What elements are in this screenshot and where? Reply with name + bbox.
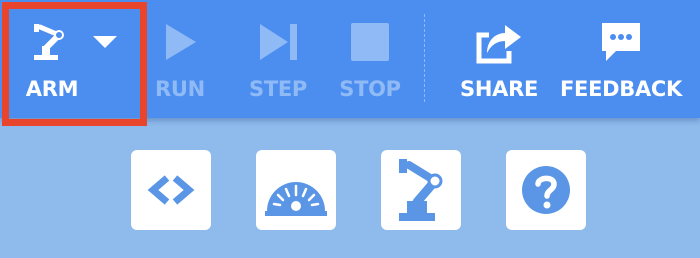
dashboard-tile-button[interactable] xyxy=(256,150,336,230)
stop-icon xyxy=(351,23,389,61)
step-button[interactable]: STEP xyxy=(242,0,314,118)
gauge-icon xyxy=(265,182,327,216)
run-label: RUN xyxy=(155,77,205,101)
code-tile-button[interactable] xyxy=(131,150,211,230)
toolbar: ARM RUN STEP STOP SHARE FEEDBACK xyxy=(0,0,700,126)
step-forward-icon xyxy=(260,24,297,60)
robot-arm-icon xyxy=(399,159,443,221)
help-tile-button[interactable] xyxy=(506,150,586,230)
stop-label: STOP xyxy=(339,77,401,101)
run-button[interactable]: RUN xyxy=(148,0,212,118)
feedback-icon xyxy=(602,23,640,61)
share-button[interactable]: SHARE xyxy=(456,0,542,118)
step-label: STEP xyxy=(249,77,307,101)
toolbar-separator xyxy=(424,14,425,102)
share-label: SHARE xyxy=(460,77,538,101)
feedback-label: FEEDBACK xyxy=(560,77,683,101)
help-icon xyxy=(522,166,570,214)
arm-selection-highlight xyxy=(2,2,147,126)
arm-tile-button[interactable] xyxy=(381,150,461,230)
play-icon xyxy=(166,24,196,60)
stop-button[interactable]: STOP xyxy=(334,0,406,118)
quick-tiles xyxy=(0,150,700,230)
share-icon xyxy=(476,25,521,64)
feedback-button[interactable]: FEEDBACK xyxy=(560,0,683,118)
code-icon xyxy=(147,175,195,205)
